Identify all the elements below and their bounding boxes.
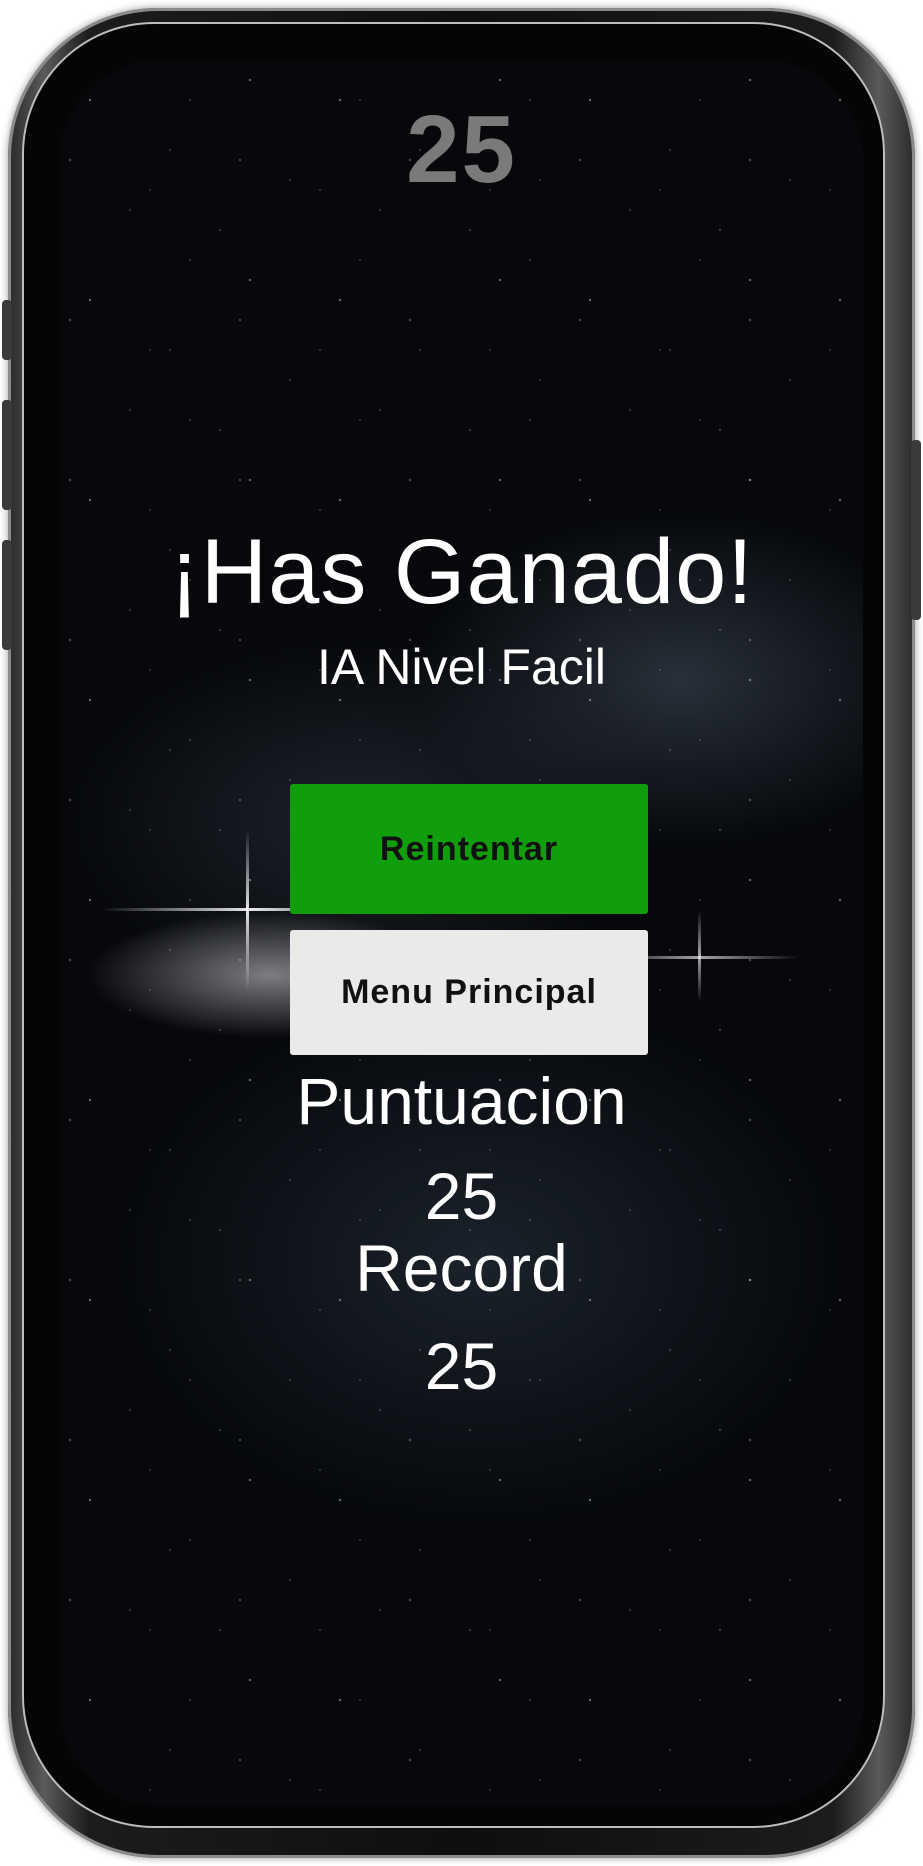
score-label: Puntuacion (296, 1064, 627, 1138)
phone-power-button (911, 440, 921, 620)
current-score: 25 (406, 96, 517, 203)
record-value: 25 (424, 1329, 499, 1403)
retry-button[interactable]: Reintentar (290, 784, 648, 914)
main-menu-button[interactable]: Menu Principal (290, 930, 648, 1055)
phone-volume-down-button (2, 540, 12, 650)
record-label: Record (355, 1231, 568, 1305)
phone-side-button (2, 300, 12, 360)
phone-volume-up-button (2, 400, 12, 510)
result-title: ¡Has Ganado! (169, 521, 754, 623)
game-screen: 25 ¡Has Ganado! IA Nivel Facil Reintenta… (60, 60, 863, 1806)
score-value: 25 (424, 1159, 499, 1233)
difficulty-label: IA Nivel Facil (317, 639, 606, 695)
